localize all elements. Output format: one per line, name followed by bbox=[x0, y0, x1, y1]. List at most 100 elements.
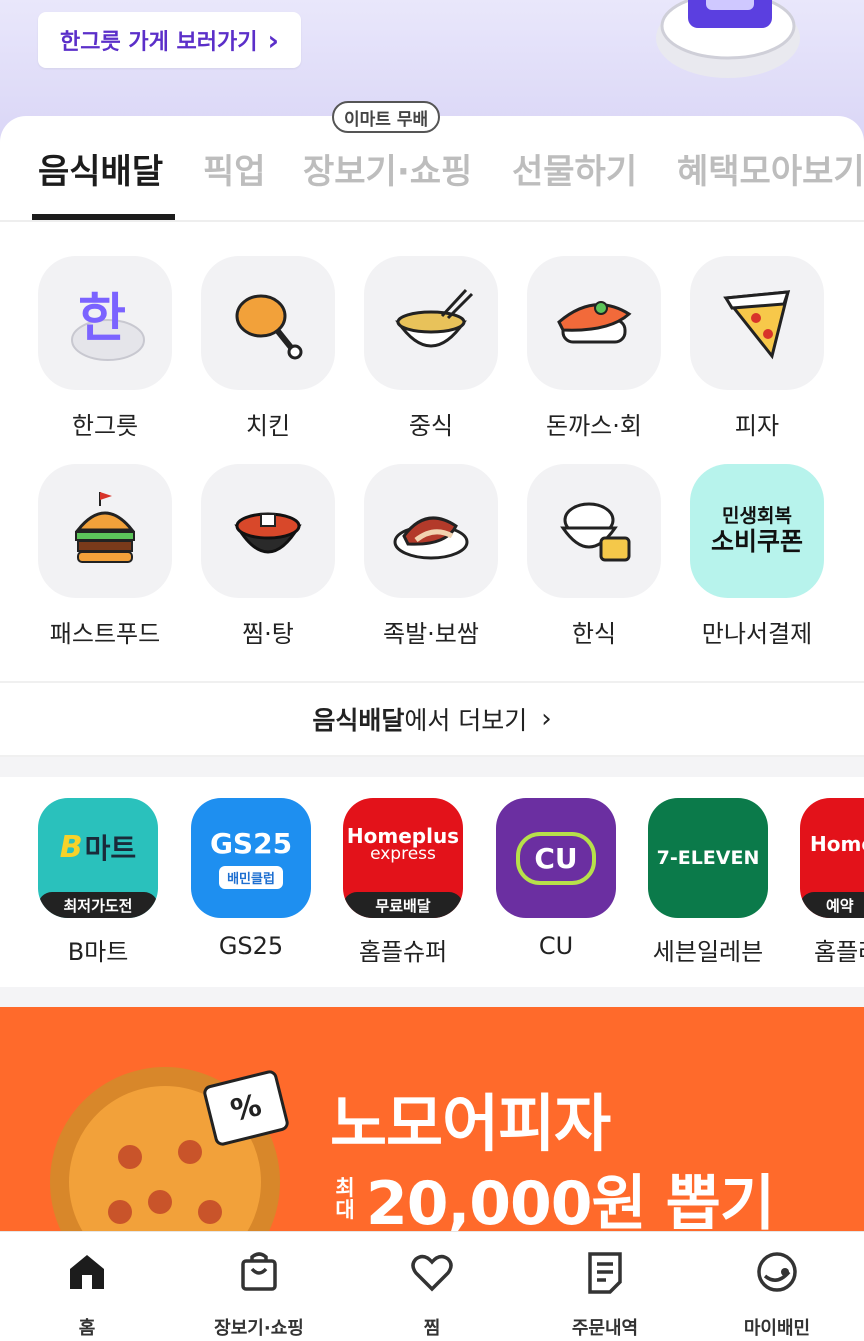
pizza-slice-icon bbox=[690, 256, 824, 390]
more-bold: 음식배달 bbox=[312, 706, 405, 735]
tab-benefits[interactable]: 혜택모아보기 bbox=[677, 144, 864, 193]
category-fastfood[interactable]: 패스트푸드 bbox=[23, 464, 187, 649]
my-baemin-icon bbox=[702, 1248, 852, 1296]
homeplus-logo-sub: express bbox=[370, 843, 436, 864]
tab-pickup[interactable]: 픽업 bbox=[203, 144, 266, 193]
category-chinese[interactable]: 중식 bbox=[349, 256, 513, 441]
nav-orders[interactable]: 주문내역 bbox=[530, 1248, 680, 1340]
chevron-right-icon: › bbox=[267, 23, 280, 57]
category-hangeureut[interactable]: 한 한그릇 bbox=[23, 256, 187, 441]
store-strip: 예약 bbox=[800, 892, 864, 918]
category-jokbal-bossam[interactable]: 족발·보쌈 bbox=[349, 464, 513, 649]
bmart-logo-text: 마트 bbox=[84, 832, 137, 865]
section-divider bbox=[0, 987, 864, 1007]
tab-grocery-shopping[interactable]: 장보기·쇼핑 bbox=[303, 144, 472, 193]
tab-gift[interactable]: 선물하기 bbox=[512, 144, 637, 193]
hangeureut-bowl-icon: 한 bbox=[38, 256, 172, 390]
home-icon bbox=[12, 1248, 162, 1296]
chevron-right-icon: › bbox=[541, 704, 552, 734]
category-label: 족발·보쌈 bbox=[383, 620, 479, 648]
more-rest: 에서 더보기 bbox=[404, 706, 528, 735]
store-strip: 무료배달 bbox=[343, 892, 463, 918]
hangeureut-tile-text: 한 bbox=[78, 289, 126, 349]
bowl-illustration bbox=[656, 0, 800, 78]
nav-my-baemin[interactable]: 마이배민 bbox=[702, 1248, 852, 1340]
store-label: 홈플러 bbox=[814, 938, 864, 966]
store-label: 세븐일레븐 bbox=[652, 938, 764, 966]
banner-sub-big: 20,000원 뽑기 bbox=[366, 1169, 775, 1239]
category-label: 중식 bbox=[408, 412, 454, 440]
coupon-banner: 민생회복 소비쿠폰 bbox=[690, 464, 824, 598]
homeplus-logo: Homeplus express 무료배달 bbox=[343, 798, 463, 918]
nav-favorites[interactable]: 찜 bbox=[357, 1248, 507, 1340]
category-label: 만나서결제 bbox=[701, 620, 813, 648]
nav-label: 주문내역 bbox=[571, 1318, 639, 1339]
category-label: 돈까스·회 bbox=[546, 412, 642, 440]
jokbal-icon bbox=[364, 464, 498, 598]
store-seven-eleven[interactable]: 7-ELEVEN 세븐일레븐 bbox=[638, 798, 778, 967]
category-label: 찜·탕 bbox=[242, 620, 294, 648]
category-label: 한그릇 bbox=[71, 412, 139, 440]
hangeureut-stores-button[interactable]: 한그릇 가게 보러가기 › bbox=[38, 12, 302, 68]
store-label: CU bbox=[538, 932, 574, 960]
seven-eleven-logo-text: 7-ELEVEN bbox=[656, 847, 760, 869]
category-label: 패스트푸드 bbox=[49, 620, 161, 648]
coupon-line1: 민생회복 bbox=[722, 504, 792, 527]
category-label: 한식 bbox=[571, 620, 617, 648]
promo-banner[interactable]: % 노모어피자 최 대 20,000원 뽑기 bbox=[0, 1007, 864, 1247]
rice-bowl-icon bbox=[527, 464, 661, 598]
coupon-line2: 소비쿠폰 bbox=[710, 526, 803, 556]
homeplus-logo-text: Homeplus bbox=[346, 823, 460, 848]
tab-food-delivery[interactable]: 음식배달 bbox=[38, 144, 163, 193]
category-pay-in-person[interactable]: 민생회복 소비쿠폰 만나서결제 bbox=[675, 464, 839, 649]
store-label: B마트 bbox=[67, 938, 129, 966]
category-chicken[interactable]: 치킨 bbox=[186, 256, 350, 441]
convenience-store-row: B 마트 최저가도전 B마트 GS25 배민클럽 GS25 Homeplus e… bbox=[0, 777, 864, 987]
bmart-logo: B 마트 최저가도전 bbox=[38, 798, 158, 918]
gs25-logo: GS25 배민클럽 bbox=[191, 798, 311, 918]
homeplus2-logo-text: Home bbox=[810, 832, 864, 856]
store-label: GS25 bbox=[218, 932, 284, 960]
banner-title: 노모어피자 bbox=[330, 1087, 611, 1160]
store-cu[interactable]: CU CU bbox=[486, 798, 626, 960]
noodle-bowl-icon bbox=[364, 256, 498, 390]
cu-logo: CU bbox=[496, 798, 616, 918]
gs25-club-tag: 배민클럽 bbox=[219, 866, 283, 889]
food-delivery-more-link[interactable]: 음식배달 에서 더보기 › bbox=[0, 681, 864, 757]
nav-home[interactable]: 홈 bbox=[12, 1248, 162, 1340]
store-bmart[interactable]: B 마트 최저가도전 B마트 bbox=[28, 798, 168, 967]
store-homeplus-2[interactable]: Home 예약 홈플러 bbox=[790, 798, 864, 967]
order-list-icon bbox=[530, 1248, 680, 1296]
emart-free-delivery-badge: 이마트 무배 bbox=[332, 101, 441, 133]
banner-subtitle: 최 대 20,000원 뽑기 bbox=[332, 1155, 775, 1242]
stew-pot-icon bbox=[201, 464, 335, 598]
bottom-navigation: 홈 장보기·쇼핑 찜 주문내역 마이배민 bbox=[0, 1231, 864, 1341]
store-gs25[interactable]: GS25 배민클럽 GS25 bbox=[181, 798, 321, 960]
shopping-bag-icon bbox=[184, 1248, 334, 1296]
seven-eleven-logo: 7-ELEVEN bbox=[648, 798, 768, 918]
category-tonkatsu-sashimi[interactable]: 돈까스·회 bbox=[512, 256, 676, 441]
section-divider bbox=[0, 757, 864, 777]
category-korean[interactable]: 한식 bbox=[512, 464, 676, 649]
cu-logo-text: CU bbox=[516, 831, 596, 885]
category-label: 치킨 bbox=[245, 412, 291, 440]
nav-label: 찜 bbox=[423, 1318, 441, 1339]
category-jjim-tang[interactable]: 찜·탕 bbox=[186, 464, 350, 649]
chicken-drumstick-icon bbox=[201, 256, 335, 390]
nav-label: 마이배민 bbox=[743, 1318, 811, 1339]
sushi-icon bbox=[527, 256, 661, 390]
nav-label: 홈 bbox=[78, 1318, 96, 1339]
gs25-logo-text: GS25 bbox=[209, 827, 293, 860]
active-tab-indicator bbox=[32, 214, 175, 220]
category-pizza[interactable]: 피자 bbox=[675, 256, 839, 441]
store-strip: 최저가도전 bbox=[38, 892, 158, 918]
nav-shopping[interactable]: 장보기·쇼핑 bbox=[184, 1248, 334, 1340]
store-label: 홈플슈퍼 bbox=[358, 938, 448, 966]
category-tabs: 음식배달 픽업 장보기·쇼핑 선물하기 혜택모아보기 bbox=[0, 124, 864, 222]
hangeureut-stores-label: 한그릇 가게 보러가기 bbox=[60, 30, 258, 55]
nav-label: 장보기·쇼핑 bbox=[214, 1318, 304, 1339]
burger-icon bbox=[38, 464, 172, 598]
category-label: 피자 bbox=[734, 412, 780, 440]
homeplus-logo-2: Home 예약 bbox=[800, 798, 864, 918]
store-homeplus-super[interactable]: Homeplus express 무료배달 홈플슈퍼 bbox=[333, 798, 473, 967]
